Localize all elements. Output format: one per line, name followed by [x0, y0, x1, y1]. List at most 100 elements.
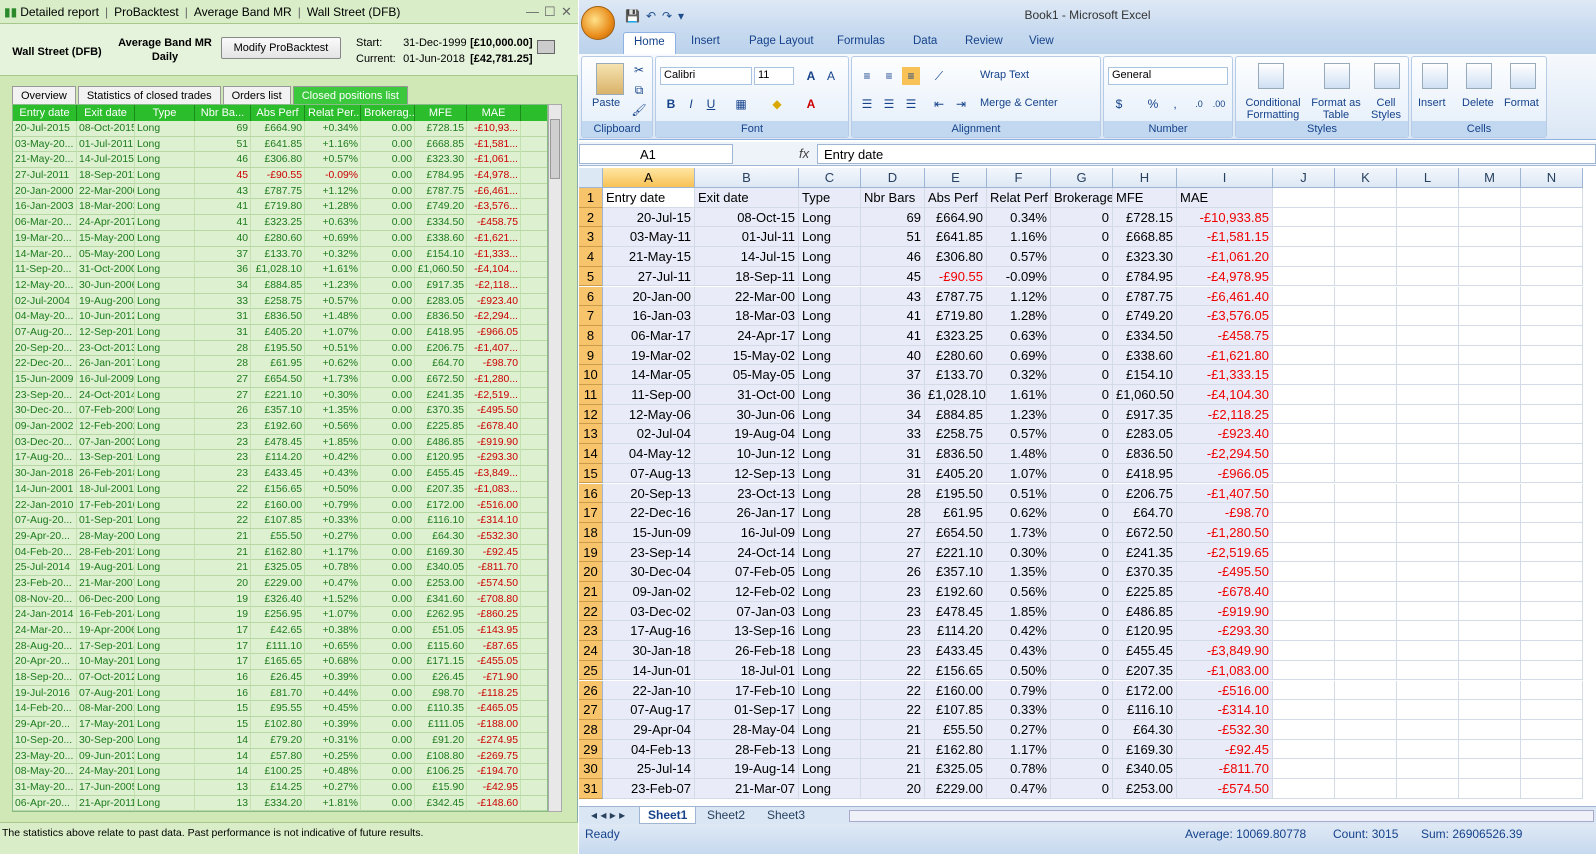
empty-cell[interactable] [1397, 306, 1459, 326]
row-header[interactable]: 5 [579, 266, 603, 287]
column-header[interactable]: MFE [415, 105, 467, 121]
sheet-cell[interactable]: -£293.30 [1177, 621, 1273, 642]
sheet-cell[interactable]: 1.12% [987, 286, 1051, 307]
table-row[interactable]: 18-Sep-20... 07-Oct-2012 Long 16 £26.45 +0.39… [13, 670, 547, 686]
sheet-cell[interactable]: Long [799, 759, 861, 779]
sheet-cell[interactable]: 15-May-02 [695, 345, 799, 366]
sheet-cell[interactable]: 31 [861, 444, 925, 464]
empty-cell[interactable] [1397, 365, 1459, 385]
sheet-cell[interactable]: £787.75 [925, 286, 987, 307]
sheet-cell[interactable]: £253.00 [1113, 779, 1177, 799]
sheet-cell[interactable]: Long [799, 385, 861, 405]
column-header[interactable]: Entry date [13, 105, 77, 121]
empty-cell[interactable] [1459, 207, 1521, 228]
sheet-cell[interactable]: 26-Feb-18 [695, 641, 799, 661]
sheet-cell[interactable]: 1.16% [987, 227, 1051, 248]
sheet-cell[interactable]: 19-Aug-04 [695, 424, 799, 445]
sheet-cell[interactable]: £225.85 [1113, 582, 1177, 602]
tab-home[interactable]: Home [623, 32, 676, 54]
sheet-cell[interactable]: 22-Mar-00 [695, 286, 799, 307]
sheet-cell[interactable]: 14-Jul-15 [695, 247, 799, 267]
sheet-cell[interactable]: Long [799, 463, 861, 484]
format-as-table-button[interactable]: Format as Table [1310, 97, 1362, 121]
sheet-cell[interactable]: Long [799, 306, 861, 326]
empty-cell[interactable] [1335, 719, 1397, 740]
row-header[interactable]: 18 [579, 522, 603, 543]
sheet-cell[interactable]: £1,028.10 [925, 385, 987, 405]
sheet-cell[interactable]: £306.80 [925, 247, 987, 267]
empty-cell[interactable] [1273, 385, 1335, 405]
sheet-cell[interactable]: £64.70 [1113, 503, 1177, 523]
column-header-A[interactable]: A [603, 168, 695, 188]
tab-page-layout[interactable]: Page Layout [749, 35, 814, 47]
row-header[interactable]: 14 [579, 444, 603, 464]
sheet-cell[interactable]: Long [799, 325, 861, 346]
empty-cell[interactable] [1459, 739, 1521, 760]
sheet-cell[interactable]: -£574.50 [1177, 779, 1273, 799]
empty-cell[interactable] [1459, 483, 1521, 504]
sheet-cell[interactable]: 1.61% [987, 385, 1051, 405]
delete-cells-button[interactable]: Delete [1462, 97, 1494, 109]
sheet-cell[interactable]: 28 [861, 483, 925, 504]
format-cells-button[interactable]: Format [1504, 97, 1539, 109]
sheet-cell[interactable]: 0 [1051, 562, 1113, 582]
wrap-text-button[interactable]: Wrap Text [980, 69, 1029, 81]
table-row[interactable]: 08-May-20... 24-May-2017 Long 14 £100.25 +0.4… [13, 764, 547, 780]
merge-center-button[interactable]: Merge & Center [980, 97, 1058, 109]
empty-cell[interactable] [1273, 680, 1335, 701]
empty-cell[interactable] [1397, 562, 1459, 582]
sheet-cell[interactable]: Long [799, 739, 861, 760]
row-header[interactable]: 22 [579, 601, 603, 622]
sheet-cell[interactable]: £784.95 [1113, 266, 1177, 287]
sheet-cell[interactable]: 0 [1051, 404, 1113, 425]
sheet-cell[interactable]: 21 [861, 719, 925, 740]
sheet-cell[interactable]: 0 [1051, 503, 1113, 523]
empty-cell[interactable] [1397, 286, 1459, 307]
currency-icon[interactable]: $ [1110, 95, 1128, 113]
sheet-cell[interactable]: £672.50 [1113, 522, 1177, 543]
maximize-icon[interactable]: ☐ [544, 4, 556, 20]
empty-cell[interactable] [1273, 700, 1335, 720]
empty-cell[interactable] [1273, 522, 1335, 543]
empty-cell[interactable] [1521, 227, 1583, 248]
sheet-cell[interactable]: £357.10 [925, 562, 987, 582]
sheet-cell[interactable]: 08-Oct-15 [695, 207, 799, 228]
sheet-cell[interactable]: -£919.90 [1177, 601, 1273, 622]
sheet-cell[interactable]: 03-May-11 [603, 227, 695, 248]
empty-cell[interactable] [1335, 779, 1397, 799]
sheet-cell[interactable]: -£1,621.80 [1177, 345, 1273, 366]
sheet-cell[interactable]: 0 [1051, 306, 1113, 326]
table-row[interactable]: 29-Apr-20... 17-May-2016 Long 15 £102.80 +0.3… [13, 717, 547, 733]
column-header-E[interactable]: E [925, 168, 987, 188]
close-icon[interactable]: ✕ [561, 4, 572, 20]
sheet-cell[interactable]: Entry date [603, 188, 695, 208]
empty-cell[interactable] [1335, 621, 1397, 642]
sheet-cell[interactable]: £323.25 [925, 325, 987, 346]
sheet-cell[interactable]: 0.43% [987, 641, 1051, 661]
sheet-cell[interactable]: 12-Feb-02 [695, 582, 799, 602]
empty-cell[interactable] [1521, 719, 1583, 740]
empty-cell[interactable] [1521, 247, 1583, 267]
empty-cell[interactable] [1459, 562, 1521, 582]
cell-styles-icon[interactable] [1374, 63, 1400, 89]
grow-font-icon[interactable]: A [802, 67, 820, 85]
table-row[interactable]: 28-Aug-20... 17-Sep-2014 Long 17 £111.10 +0.6… [13, 638, 547, 655]
table-row[interactable]: 11-Sep-20... 31-Oct-2000 Long 36 £1,028.10 +1… [13, 262, 547, 278]
table-row[interactable]: 20-Jul-2015 08-Oct-2015 Long 69 £664.90 +0.34… [13, 121, 547, 137]
table-row[interactable]: 15-Jun-2009 16-Jul-2009 Long 27 £654.50 +1.73… [13, 372, 547, 388]
sheet-cell[interactable]: 16-Jan-03 [603, 306, 695, 326]
sheet-cell[interactable]: -£532.30 [1177, 719, 1273, 740]
sheet-cell[interactable]: -£314.10 [1177, 700, 1273, 720]
sheet-cell[interactable]: 23-Feb-07 [603, 779, 695, 799]
sheet-cell[interactable]: £120.95 [1113, 621, 1177, 642]
empty-cell[interactable] [1459, 641, 1521, 661]
table-row[interactable]: 02-Jul-2004 19-Aug-2004 Long 33 £258.75 +0.57… [13, 293, 547, 310]
row-header[interactable]: 23 [579, 621, 603, 642]
sheet-cell[interactable]: 06-Mar-17 [603, 325, 695, 346]
column-header[interactable]: MAE [467, 105, 521, 121]
empty-cell[interactable] [1459, 542, 1521, 563]
sheet-cell[interactable]: 01-Sep-17 [695, 700, 799, 720]
sheet-cell[interactable]: 18-Mar-03 [695, 306, 799, 326]
empty-cell[interactable] [1273, 759, 1335, 779]
column-header-I[interactable]: I [1177, 168, 1273, 188]
